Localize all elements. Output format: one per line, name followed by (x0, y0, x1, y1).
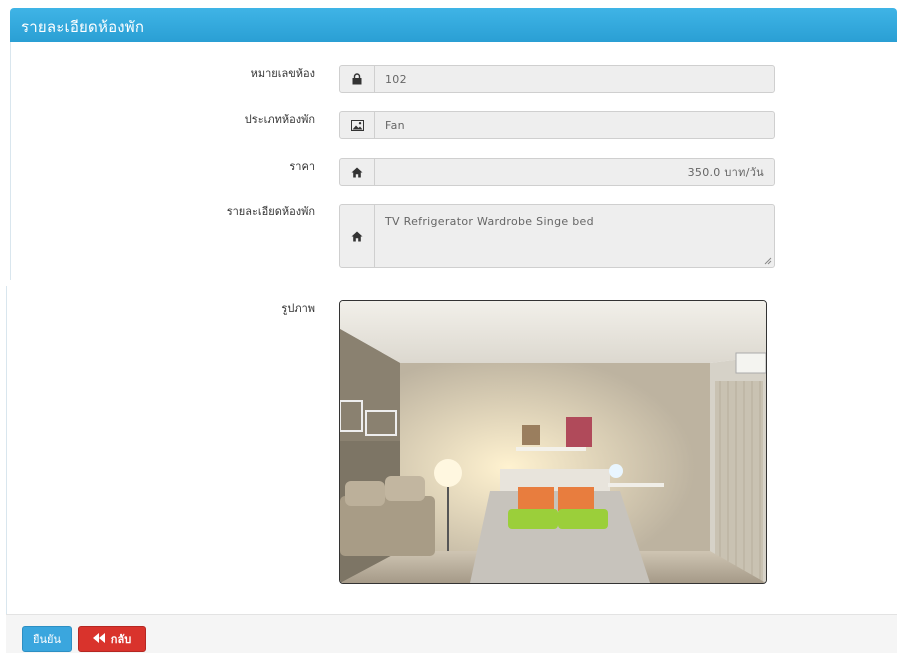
picture-icon (340, 112, 375, 138)
home-icon (340, 159, 375, 185)
details-label: รายละเอียดห้องพัก (226, 205, 315, 218)
back-button[interactable]: กลับ (78, 626, 146, 652)
room-number-input[interactable]: 102 (375, 66, 774, 92)
price-input[interactable]: 350.0 บาท/วัน (375, 159, 774, 185)
panel-title: รายละเอียดห้องพัก (21, 18, 145, 36)
bedroom-photo-image (340, 301, 766, 583)
panel-border (6, 286, 7, 653)
confirm-button[interactable]: ยืนยัน (22, 626, 72, 652)
room-photo (339, 300, 767, 584)
panel-header: รายละเอียดห้องพัก (10, 8, 897, 42)
fast-backward-icon (92, 632, 105, 647)
details-text: TV Refrigerator Wardrobe Singe bed (385, 215, 594, 228)
home-icon (340, 205, 375, 267)
back-button-label: กลับ (110, 633, 132, 646)
room-type-input[interactable]: Fan (375, 112, 774, 138)
photo-label: รูปภาพ (281, 302, 315, 315)
resize-handle-icon[interactable] (764, 257, 772, 265)
room-number-label: หมายเลขห้อง (250, 67, 315, 80)
price-label: ราคา (289, 160, 315, 173)
room-number-group: 102 (339, 65, 775, 93)
details-textarea[interactable]: TV Refrigerator Wardrobe Singe bed (375, 205, 774, 267)
room-type-group: Fan (339, 111, 775, 139)
panel-border (10, 42, 11, 280)
details-group: TV Refrigerator Wardrobe Singe bed (339, 204, 775, 268)
price-group: 350.0 บาท/วัน (339, 158, 775, 186)
lock-icon (340, 66, 375, 92)
room-type-label: ประเภทห้องพัก (244, 113, 315, 126)
